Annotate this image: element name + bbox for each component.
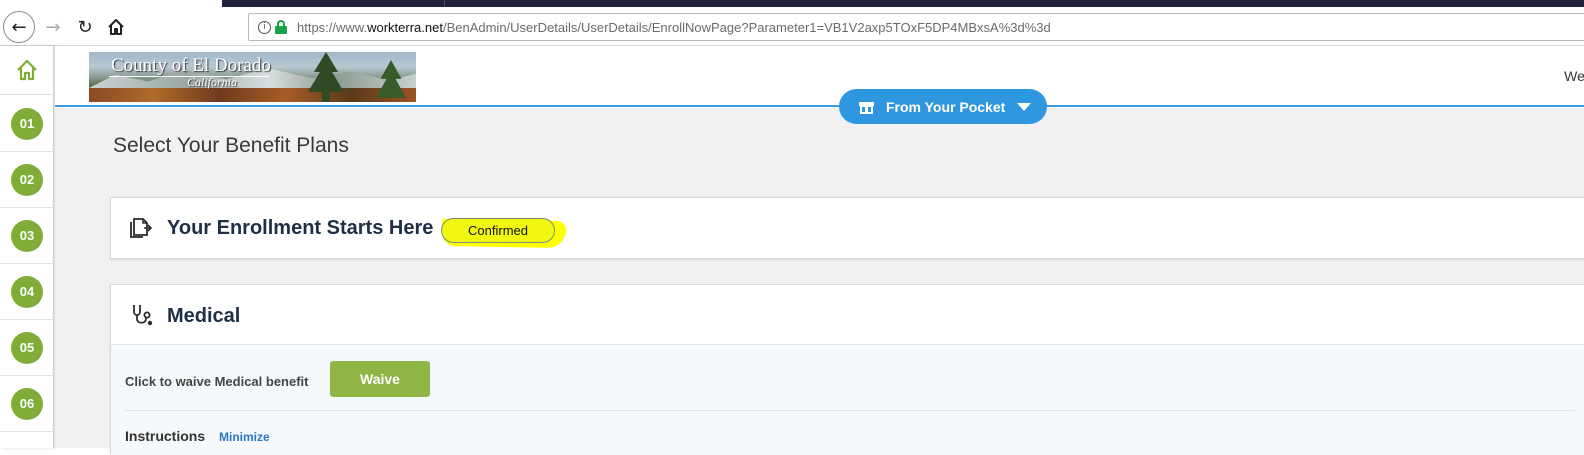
info-icon[interactable]: i [258,20,271,34]
step-05[interactable]: 05 [0,320,54,376]
url-path: /BenAdmin/UserDetails/UserDetails/Enroll… [442,19,1051,35]
url-domain: workterra.net [367,19,443,35]
url-text[interactable]: https://www.workterra.net/BenAdmin/UserD… [297,20,1051,35]
lock-icon [274,20,288,34]
address-bar[interactable]: i https://www.workterra.net/BenAdmin/Use… [248,13,1584,41]
status-badge: Confirmed [441,218,555,243]
page-title: Select Your Benefit Plans [113,134,349,157]
logo-county-text: County of El Dorado [111,55,271,76]
step-number: 04 [11,275,43,308]
tab-separator [444,0,445,7]
step-number: 06 [11,387,43,420]
medical-title: Medical [167,305,241,327]
instructions-label: Instructions [125,428,206,444]
step-number: 03 [11,219,43,252]
tab-bar [222,0,1584,7]
home-icon [17,59,37,81]
home-icon[interactable] [101,12,131,42]
from-your-pocket-button[interactable]: From Your Pocket [839,89,1047,124]
browser-tab-strip [0,0,1584,8]
pocket-label: From Your Pocket [886,98,1006,115]
main-content: Select Your Benefit Plans Your Enrollmen… [55,108,1584,455]
step-03[interactable]: 03 [0,208,54,264]
medical-card-header: Medical [111,285,1584,345]
waive-button[interactable]: Waive [330,361,430,397]
minimize-link[interactable]: Minimize [219,430,270,444]
back-icon[interactable]: ← [3,11,35,43]
logo-state-text: California [187,75,238,89]
step-number: 05 [11,331,43,364]
reload-icon[interactable]: ↻ [70,12,100,42]
divider [125,410,1575,411]
stethoscope-icon [133,305,153,326]
medical-card: Medical Click to waive Medical benefit W… [110,284,1584,455]
step-number: 01 [11,107,43,140]
medical-card-body: Click to waive Medical benefit Waive Ins… [111,346,1584,455]
step-02[interactable]: 02 [0,152,54,208]
step-number: 02 [11,163,43,196]
document-icon [130,218,152,238]
step-06[interactable]: 06 [0,376,54,432]
gift-icon [859,100,874,114]
welcome-text: Wel [1564,68,1584,84]
browser-toolbar: ← → ↻ i https://www.workterra.net/BenAdm… [0,8,1584,46]
enrollment-title: Your Enrollment Starts Here [167,217,434,239]
caret-down-icon [1017,102,1032,111]
rail-home-button[interactable] [0,46,54,95]
step-04[interactable]: 04 [0,264,54,320]
url-prefix: https://www. [297,19,368,35]
step-01[interactable]: 01 [0,96,54,152]
site-header: County of El Dorado California Wel [55,46,1584,107]
step-rail: 01 02 03 04 05 06 [0,46,54,448]
forward-icon[interactable]: → [38,12,68,42]
enrollment-card: Your Enrollment Starts Here Confirmed [110,197,1584,259]
county-logo[interactable]: County of El Dorado California [89,52,416,102]
waive-description: Click to waive Medical benefit [125,374,309,389]
